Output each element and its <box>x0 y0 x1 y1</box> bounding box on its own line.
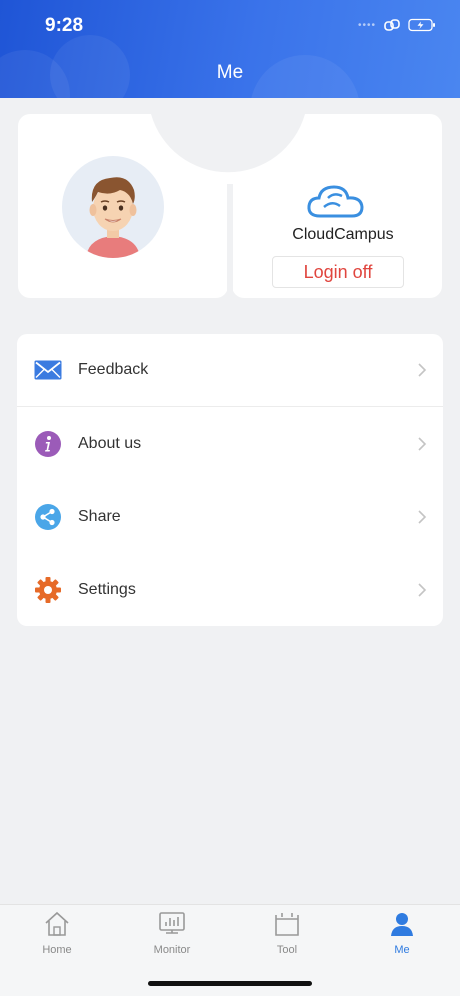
avatar[interactable] <box>62 156 164 258</box>
chevron-right-icon <box>418 436 427 451</box>
menu-item-about-us[interactable]: About us <box>17 407 443 480</box>
menu-label: About us <box>78 434 142 452</box>
tab-label: Home <box>42 944 72 956</box>
tab-me[interactable]: Me <box>357 911 447 956</box>
monitor-icon <box>159 912 185 934</box>
share-icon <box>33 502 63 532</box>
user-avatar-icon <box>86 177 140 258</box>
tab-home[interactable]: Home <box>12 911 102 956</box>
tab-monitor[interactable]: Monitor <box>127 911 217 956</box>
home-icon <box>45 911 69 936</box>
tool-icon <box>275 913 299 936</box>
chevron-right-icon <box>418 363 427 377</box>
chevron-right-icon <box>418 582 427 597</box>
status-time: 9:28 <box>45 15 84 36</box>
chevron-right-icon <box>418 509 427 524</box>
menu-label: Feedback <box>78 361 149 378</box>
brand-name: CloudCampus <box>292 226 394 243</box>
link-icon <box>384 19 400 31</box>
status-icons: •••• <box>358 18 436 32</box>
battery-icon <box>408 18 435 32</box>
tab-tool[interactable]: Tool <box>242 911 332 956</box>
gear-icon <box>33 575 63 605</box>
menu-item-feedback[interactable]: Feedback <box>17 334 443 407</box>
menu-item-settings[interactable]: Settings <box>17 553 443 626</box>
tab-label: Tool <box>276 944 298 956</box>
menu-item-share[interactable]: Share <box>17 480 443 553</box>
profile-card: CloudCampus Login off <box>18 114 442 298</box>
person-icon <box>391 913 413 936</box>
signal-icon: •••• <box>357 19 376 31</box>
menu-list: Feedback About us Share Settings <box>17 334 443 626</box>
tab-label: Me <box>394 944 410 956</box>
page-title: Me <box>216 62 244 83</box>
login-off-button[interactable]: Login off <box>272 256 404 288</box>
home-indicator[interactable] <box>148 981 312 986</box>
header-bar: 9:28 •••• Me <box>0 0 460 98</box>
cloudcampus-logo-icon <box>307 185 364 218</box>
mail-icon <box>33 355 63 385</box>
menu-label: Share <box>78 507 121 525</box>
tab-label: Monitor <box>153 944 191 956</box>
menu-label: Settings <box>78 580 136 598</box>
info-icon <box>33 429 63 459</box>
